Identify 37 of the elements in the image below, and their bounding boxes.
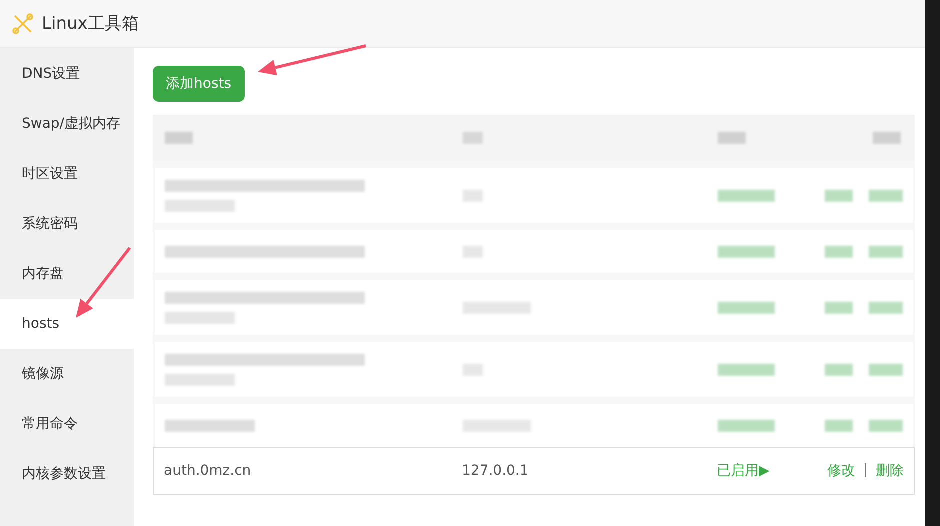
- sidebar-item[interactable]: 系统密码: [0, 199, 134, 249]
- blurred-text: [718, 246, 775, 258]
- sidebar-item[interactable]: 时区设置: [0, 149, 134, 199]
- blurred-text: [825, 190, 853, 202]
- ip-cell-text: 127.0.0.1: [462, 463, 530, 479]
- sidebar-item[interactable]: hosts: [0, 299, 134, 349]
- sidebar-item[interactable]: Swap/虚拟内存: [0, 99, 134, 149]
- blurred-text: [825, 364, 853, 376]
- blurred-text: [165, 312, 235, 324]
- blurred-text: [165, 200, 235, 212]
- arrow-annotation: [76, 247, 132, 318]
- blurred-text: [869, 420, 903, 432]
- blurred-text: [825, 246, 853, 258]
- window-title: Linux工具箱: [42, 13, 139, 35]
- blurred-text: [718, 302, 775, 314]
- blurred-text: [463, 132, 483, 144]
- sidebar-item[interactable]: 常用命令: [0, 399, 134, 449]
- blurred-text: [869, 364, 903, 376]
- blurred-text: [718, 190, 775, 202]
- blurred-text: [718, 132, 746, 144]
- blurred-text: [718, 364, 775, 376]
- blurred-text: [825, 420, 853, 432]
- blurred-text: [869, 302, 903, 314]
- sidebar-item[interactable]: 内存盘: [0, 249, 134, 299]
- blurred-text: [869, 190, 903, 202]
- tools-icon: [12, 12, 34, 34]
- domain-cell-text: auth.0mz.cn: [164, 463, 252, 479]
- sidebar-item[interactable]: DNS设置: [0, 49, 134, 99]
- blurred-text: [165, 374, 235, 386]
- sidebar-item[interactable]: 内核参数设置: [0, 449, 134, 499]
- separator: |: [863, 462, 868, 480]
- sidebar-item[interactable]: 镜像源: [0, 349, 134, 399]
- blurred-text: [873, 132, 901, 144]
- blurred-text: [869, 246, 903, 258]
- blurred-text: [825, 302, 853, 314]
- blurred-text: [718, 420, 775, 432]
- blurred-text: [165, 132, 193, 144]
